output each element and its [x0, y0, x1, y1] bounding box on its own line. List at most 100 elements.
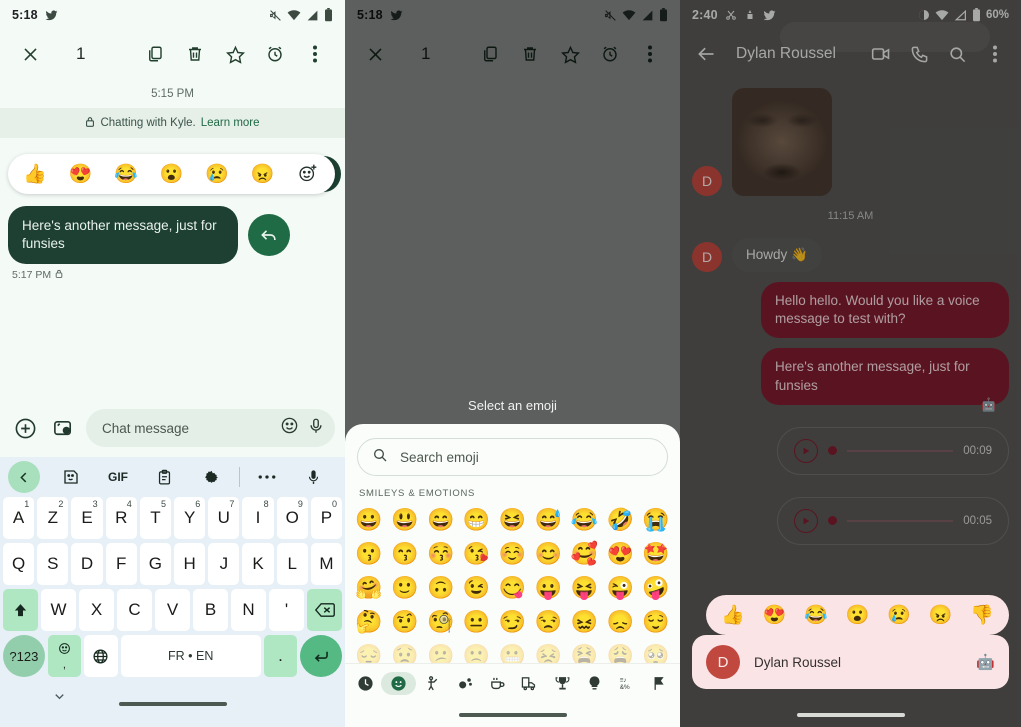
key-s[interactable]: S [37, 543, 69, 585]
key-x[interactable]: X [79, 589, 114, 631]
backspace-key[interactable] [307, 589, 342, 631]
emoji-cell[interactable]: 😙 [387, 537, 423, 571]
sticker-icon[interactable] [48, 468, 95, 486]
gallery-icon[interactable] [48, 413, 78, 443]
emoji-cell[interactable]: 😐 [459, 605, 495, 639]
emoji-cell[interactable]: 😅 [530, 503, 566, 537]
video-thumbnail[interactable] [732, 88, 832, 196]
alarm-icon[interactable] [255, 34, 295, 74]
key-q[interactable]: Q [3, 543, 35, 585]
emoji-cell[interactable]: 🥺 [638, 639, 674, 663]
emoji-cell[interactable]: 🤗 [351, 571, 387, 605]
smileys-icon[interactable] [381, 672, 417, 695]
add-attachment-icon[interactable] [10, 413, 40, 443]
emoji-cell[interactable]: 🤪 [638, 571, 674, 605]
emoji-cell[interactable]: 😋 [495, 571, 531, 605]
emoji-cell[interactable]: 😬 [495, 639, 531, 663]
emoji-cell[interactable]: 😩 [602, 639, 638, 663]
emoji-cell[interactable]: 😌 [638, 605, 674, 639]
emoji-cell[interactable]: 😂 [566, 503, 602, 537]
overflow-icon[interactable] [295, 34, 335, 74]
key-f[interactable]: F [105, 543, 137, 585]
emoji-search-input[interactable]: Search emoji [357, 438, 668, 476]
key-w[interactable]: W [41, 589, 76, 631]
emoji-cell[interactable]: 😔 [351, 639, 387, 663]
objects-icon[interactable] [579, 675, 611, 692]
hide-keyboard-icon[interactable] [52, 689, 67, 709]
reaction-surprised[interactable]: 😮 [149, 165, 195, 184]
play-icon[interactable] [794, 508, 818, 533]
travel-icon[interactable] [514, 675, 546, 692]
key-c[interactable]: C [117, 589, 152, 631]
contact-card[interactable]: D Dylan Roussel 🤖 [692, 635, 1009, 689]
reaction-sad[interactable]: 😢 [878, 606, 920, 625]
mic-icon[interactable] [307, 417, 325, 440]
emoji-cell[interactable]: 🙃 [423, 571, 459, 605]
emoji-cell[interactable]: 😒 [530, 605, 566, 639]
emoji-cell[interactable]: 😁 [459, 503, 495, 537]
flags-icon[interactable] [644, 675, 676, 692]
numeric-key[interactable]: ?123 [3, 635, 45, 677]
emoji-cell[interactable]: 😟 [387, 639, 423, 663]
home-indicator[interactable] [118, 702, 227, 706]
chat-message-input[interactable]: Chat message [86, 409, 335, 447]
emoji-cell[interactable]: 😭 [638, 503, 674, 537]
emoji-cell[interactable]: 😜 [602, 571, 638, 605]
key-i[interactable]: 8I [242, 497, 274, 539]
emoji-cell[interactable]: 😞 [602, 605, 638, 639]
emoji-cell[interactable]: 🙁 [459, 639, 495, 663]
people-icon[interactable] [416, 675, 448, 692]
emoji-cell[interactable]: 🤔 [351, 605, 387, 639]
language-globe-icon[interactable] [84, 635, 118, 677]
learn-more-link[interactable]: Learn more [201, 117, 260, 129]
emoji-cell[interactable]: 😕 [423, 639, 459, 663]
emoji-cell[interactable]: 🤩 [638, 537, 674, 571]
key-l[interactable]: L [276, 543, 308, 585]
key-z[interactable]: 2Z [37, 497, 69, 539]
activities-icon[interactable] [546, 675, 578, 692]
emoji-cell[interactable]: 😝 [566, 571, 602, 605]
reaction-laughing[interactable]: 😂 [103, 165, 149, 184]
voice-message-1[interactable]: 00:09 [777, 426, 1009, 475]
key-k[interactable]: K [242, 543, 274, 585]
reaction-thumbsdown[interactable]: 👎 [961, 606, 1003, 625]
star-icon[interactable] [215, 34, 255, 74]
emoji-cell[interactable]: 😀 [351, 503, 387, 537]
key-b[interactable]: B [193, 589, 228, 631]
emoji-cell[interactable]: 😘 [459, 537, 495, 571]
key-u[interactable]: 7U [208, 497, 240, 539]
emoji-icon[interactable] [280, 416, 299, 440]
close-selection-icon[interactable] [10, 34, 50, 74]
period-key[interactable]: . [263, 635, 298, 677]
copy-icon[interactable] [135, 34, 175, 74]
add-reaction-icon[interactable] [285, 161, 331, 187]
emoji-cell[interactable]: 😏 [495, 605, 531, 639]
emoji-cell[interactable]: 😆 [495, 503, 531, 537]
emoji-cell[interactable]: 🥰 [566, 537, 602, 571]
symbols-icon[interactable]: ≡♪ &% [611, 675, 643, 692]
outgoing-message-bubble-1[interactable]: Hello hello. Would you like a voice mess… [761, 282, 1009, 339]
key-j[interactable]: J [208, 543, 240, 585]
emoji-cell[interactable]: 😊 [530, 537, 566, 571]
emoji-cell[interactable]: 😚 [423, 537, 459, 571]
gif-button[interactable]: GIF [95, 470, 142, 484]
emoji-cell[interactable]: 😗 [351, 537, 387, 571]
more-icon[interactable] [244, 474, 291, 480]
key-g[interactable]: G [139, 543, 172, 585]
home-indicator-2[interactable] [458, 713, 567, 717]
voice-progress-track[interactable] [847, 450, 954, 452]
delete-icon-2[interactable] [510, 34, 550, 74]
reaction-thumbsup[interactable]: 👍 [712, 606, 754, 625]
home-indicator-3[interactable] [796, 713, 905, 717]
space-key[interactable]: FR • EN [120, 635, 261, 677]
reaction-thumbsup[interactable]: 👍 [12, 165, 58, 184]
back-icon[interactable] [8, 461, 40, 493]
play-icon[interactable] [794, 438, 818, 463]
key-t[interactable]: 5T [139, 497, 172, 539]
emoji-cell[interactable]: 😛 [530, 571, 566, 605]
reaction-sad[interactable]: 😢 [194, 165, 240, 184]
recent-clock-icon[interactable] [349, 675, 381, 692]
copy-icon-2[interactable] [470, 34, 510, 74]
voice-progress-track[interactable] [847, 520, 954, 522]
voice-progress-handle[interactable] [828, 516, 837, 526]
